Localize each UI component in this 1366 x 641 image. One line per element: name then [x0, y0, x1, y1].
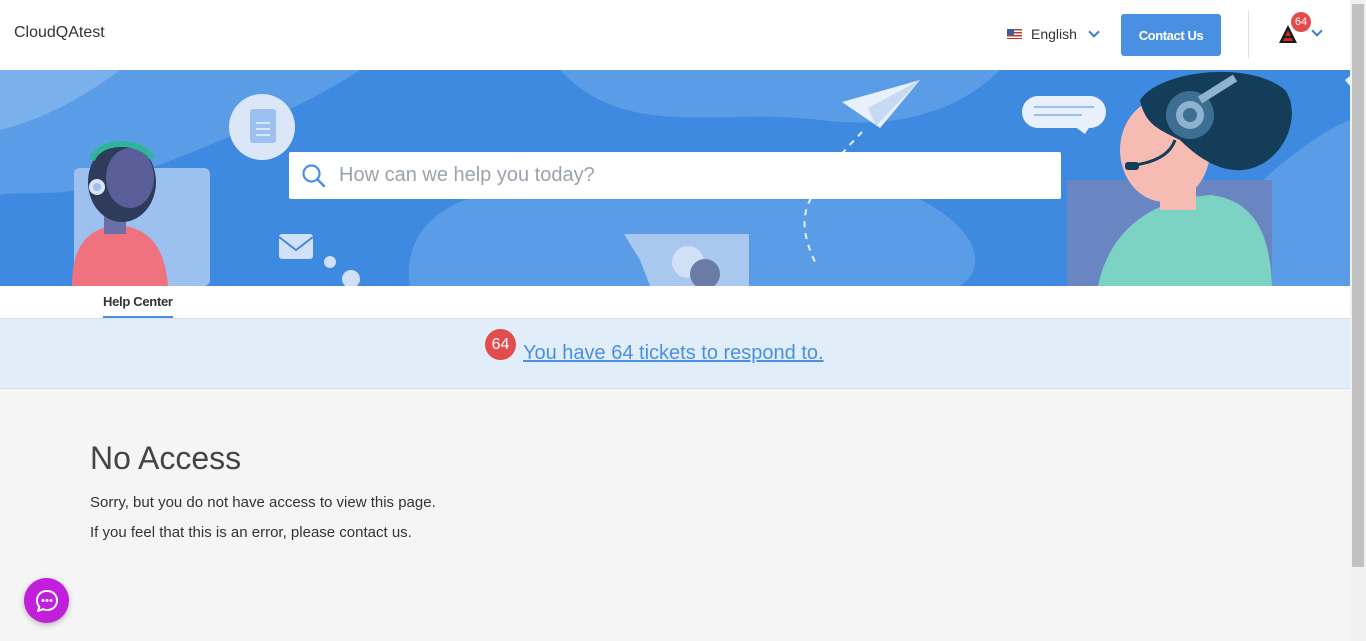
page-title: No Access: [90, 440, 242, 476]
language-selector[interactable]: English: [1007, 26, 1100, 42]
tickets-notice: 64 You have 64 tickets to respond to.: [0, 319, 1350, 389]
search-input[interactable]: [339, 152, 1061, 199]
search-box[interactable]: [289, 152, 1061, 199]
chat-launcher-button[interactable]: [24, 578, 69, 623]
user-avatar-menu[interactable]: 64: [1276, 12, 1311, 48]
page: CloudQAtest English Contact Us 64 How ca…: [0, 0, 1350, 641]
tickets-link[interactable]: You have 64 tickets to respond to.: [523, 342, 824, 365]
main-content: No Access Sorry, but you do not have acc…: [90, 440, 436, 541]
tab-help-center[interactable]: Help Center: [103, 294, 173, 318]
tickets-count-badge: 64: [485, 329, 516, 360]
chevron-down-icon[interactable]: [1311, 25, 1323, 37]
contact-message: If you feel that this is an error, pleas…: [90, 524, 412, 541]
chevron-down-icon: [1088, 26, 1100, 38]
search-icon[interactable]: [289, 163, 339, 189]
contact-us-button[interactable]: Contact Us: [1121, 14, 1221, 56]
brand-name[interactable]: CloudQAtest: [14, 24, 105, 42]
flag-us-icon: [1007, 29, 1022, 39]
header: CloudQAtest English Contact Us 64: [0, 0, 1350, 70]
language-label: English: [1031, 26, 1077, 42]
scrollbar[interactable]: [1350, 0, 1366, 641]
hero-banner: [0, 70, 1350, 286]
access-message: Sorry, but you do not have access to vie…: [90, 494, 436, 511]
chat-icon: [35, 589, 58, 612]
scrollbar-thumb[interactable]: [1352, 4, 1364, 567]
tab-bar: Help Center: [0, 286, 1350, 319]
notification-badge: 64: [1291, 12, 1311, 32]
header-divider: [1248, 11, 1249, 58]
